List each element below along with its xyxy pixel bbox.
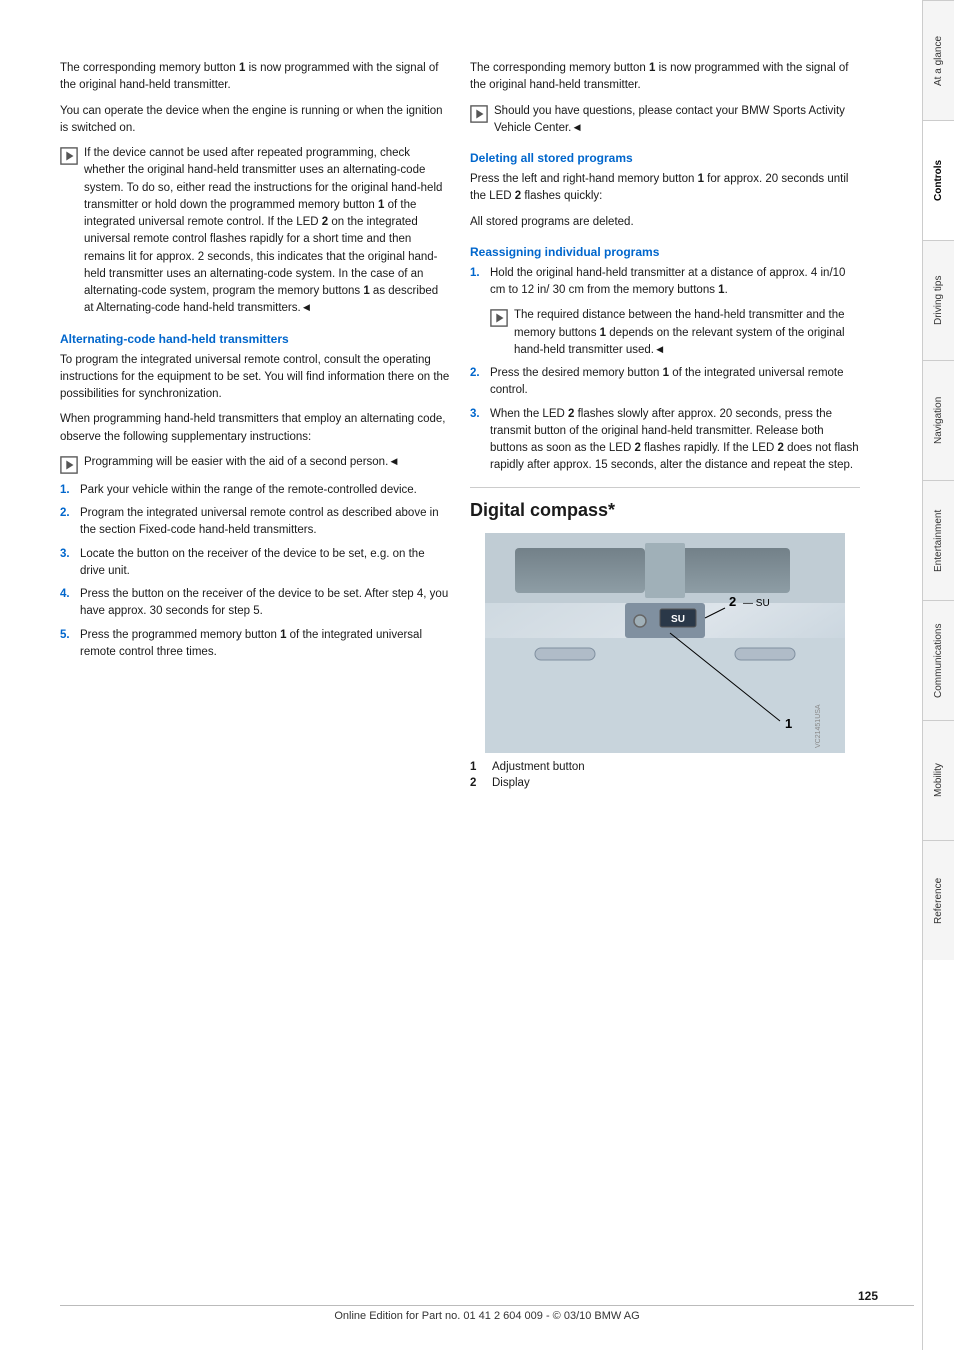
footer-text: Online Edition for Part no. 01 41 2 604 … bbox=[60, 1305, 914, 1322]
sidebar-tab-reference[interactable]: Reference bbox=[923, 840, 954, 960]
sidebar-tab-mobility[interactable]: Mobility bbox=[923, 720, 954, 840]
step-number-5: 5. bbox=[60, 627, 74, 662]
triangle-icon-1 bbox=[60, 147, 78, 165]
compass-legend: 1 Adjustment button 2 Display bbox=[470, 761, 860, 789]
compass-image: SU 2 — SU 1 bbox=[470, 533, 860, 753]
reassign-step-number-1: 1. bbox=[470, 265, 484, 300]
svg-text:VC21451USA: VC21451USA bbox=[815, 704, 822, 748]
step-text-1: Park your vehicle within the range of th… bbox=[80, 482, 417, 499]
legend-number-2: 2 bbox=[470, 777, 482, 789]
step-number-2: 2. bbox=[60, 505, 74, 540]
sidebar-tab-navigation[interactable]: Navigation bbox=[923, 360, 954, 480]
alternating-heading: Alternating-code hand-held transmitters bbox=[60, 332, 450, 346]
legend-item-1: 1 Adjustment button bbox=[470, 761, 860, 773]
note-box-right-1: Should you have questions, please contac… bbox=[470, 103, 860, 138]
triangle-icon-2 bbox=[60, 456, 78, 474]
sidebar-tab-entertainment[interactable]: Entertainment bbox=[923, 480, 954, 600]
reassign-step-text-3: When the LED 2 flashes slowly after appr… bbox=[490, 406, 860, 475]
deleting-heading: Deleting all stored programs bbox=[470, 151, 860, 165]
step-1: 1. Park your vehicle within the range of… bbox=[60, 482, 450, 499]
page-number: 125 bbox=[60, 1289, 878, 1303]
compass-svg: SU 2 — SU 1 bbox=[470, 533, 860, 753]
reassign-step-2: 2. Press the desired memory button 1 of … bbox=[470, 365, 860, 400]
reassign-step-number-2: 2. bbox=[470, 365, 484, 400]
step-number-3: 3. bbox=[60, 546, 74, 581]
step-text-2: Program the integrated universal remote … bbox=[80, 505, 450, 540]
right-column: The corresponding memory button 1 is now… bbox=[470, 60, 860, 1320]
note-text-1: If the device cannot be used after repea… bbox=[84, 145, 450, 318]
note-box-reassign: The required distance between the hand-h… bbox=[490, 307, 860, 359]
sidebar-tab-controls[interactable]: Controls bbox=[923, 120, 954, 240]
sidebar-tab-communications[interactable]: Communications bbox=[923, 600, 954, 720]
deleting-para: Press the left and right-hand memory but… bbox=[470, 171, 860, 206]
sidebar-tab-at-a-glance[interactable]: At a glance bbox=[923, 0, 954, 120]
alternating-para-1: To program the integrated universal remo… bbox=[60, 352, 450, 404]
legend-number-1: 1 bbox=[470, 761, 482, 773]
page-footer: 125 Online Edition for Part no. 01 41 2 … bbox=[60, 1289, 914, 1322]
step-number-1: 1. bbox=[60, 482, 74, 499]
reassigning-heading: Reassigning individual programs bbox=[470, 245, 860, 259]
note-box-2: Programming will be easier with the aid … bbox=[60, 454, 450, 474]
reassign-step-text-2: Press the desired memory button 1 of the… bbox=[490, 365, 860, 400]
note-text-reassign: The required distance between the hand-h… bbox=[514, 307, 860, 359]
step-3: 3. Locate the button on the receiver of … bbox=[60, 546, 450, 581]
sidebar-tab-driving-tips[interactable]: Driving tips bbox=[923, 240, 954, 360]
legend-item-2: 2 Display bbox=[470, 777, 860, 789]
sidebar: At a glance Controls Driving tips Naviga… bbox=[922, 0, 954, 1350]
note-text-right-1: Should you have questions, please contac… bbox=[494, 103, 860, 138]
svg-text:— SU: — SU bbox=[743, 598, 770, 609]
note-box-1: If the device cannot be used after repea… bbox=[60, 145, 450, 318]
step-2: 2. Program the integrated universal remo… bbox=[60, 505, 450, 540]
left-para-2: You can operate the device when the engi… bbox=[60, 103, 450, 138]
legend-label-1: Adjustment button bbox=[492, 761, 585, 773]
deleting-result: All stored programs are deleted. bbox=[470, 214, 860, 231]
triangle-icon-reassign bbox=[490, 309, 508, 327]
step-number-4: 4. bbox=[60, 586, 74, 621]
note-text-2: Programming will be easier with the aid … bbox=[84, 454, 450, 471]
alternating-para-2: When programming hand-held transmitters … bbox=[60, 411, 450, 446]
svg-text:1: 1 bbox=[785, 716, 792, 731]
right-para-1: The corresponding memory button 1 is now… bbox=[470, 60, 860, 95]
alternating-steps-list: 1. Park your vehicle within the range of… bbox=[60, 482, 450, 661]
reassign-step-number-3: 3. bbox=[470, 406, 484, 475]
section-divider bbox=[470, 487, 860, 488]
reassign-step-text-1: Hold the original hand-held transmitter … bbox=[490, 265, 860, 300]
svg-text:SU: SU bbox=[671, 614, 685, 625]
left-column: The corresponding memory button 1 is now… bbox=[60, 60, 450, 1320]
reassign-step-3: 3. When the LED 2 flashes slowly after a… bbox=[470, 406, 860, 475]
left-para-1: The corresponding memory button 1 is now… bbox=[60, 60, 450, 95]
step-text-3: Locate the button on the receiver of the… bbox=[80, 546, 450, 581]
svg-text:2: 2 bbox=[729, 594, 736, 609]
legend-label-2: Display bbox=[492, 777, 530, 789]
digital-compass-heading: Digital compass* bbox=[470, 500, 860, 521]
step-5: 5. Press the programmed memory button 1 … bbox=[60, 627, 450, 662]
step-text-5: Press the programmed memory button 1 of … bbox=[80, 627, 450, 662]
step-text-4: Press the button on the receiver of the … bbox=[80, 586, 450, 621]
step-4: 4. Press the button on the receiver of t… bbox=[60, 586, 450, 621]
reassigning-steps-list-2: 2. Press the desired memory button 1 of … bbox=[470, 365, 860, 475]
triangle-icon-right-1 bbox=[470, 105, 488, 123]
reassign-step-1: 1. Hold the original hand-held transmitt… bbox=[470, 265, 860, 300]
reassigning-steps-list: 1. Hold the original hand-held transmitt… bbox=[470, 265, 860, 300]
